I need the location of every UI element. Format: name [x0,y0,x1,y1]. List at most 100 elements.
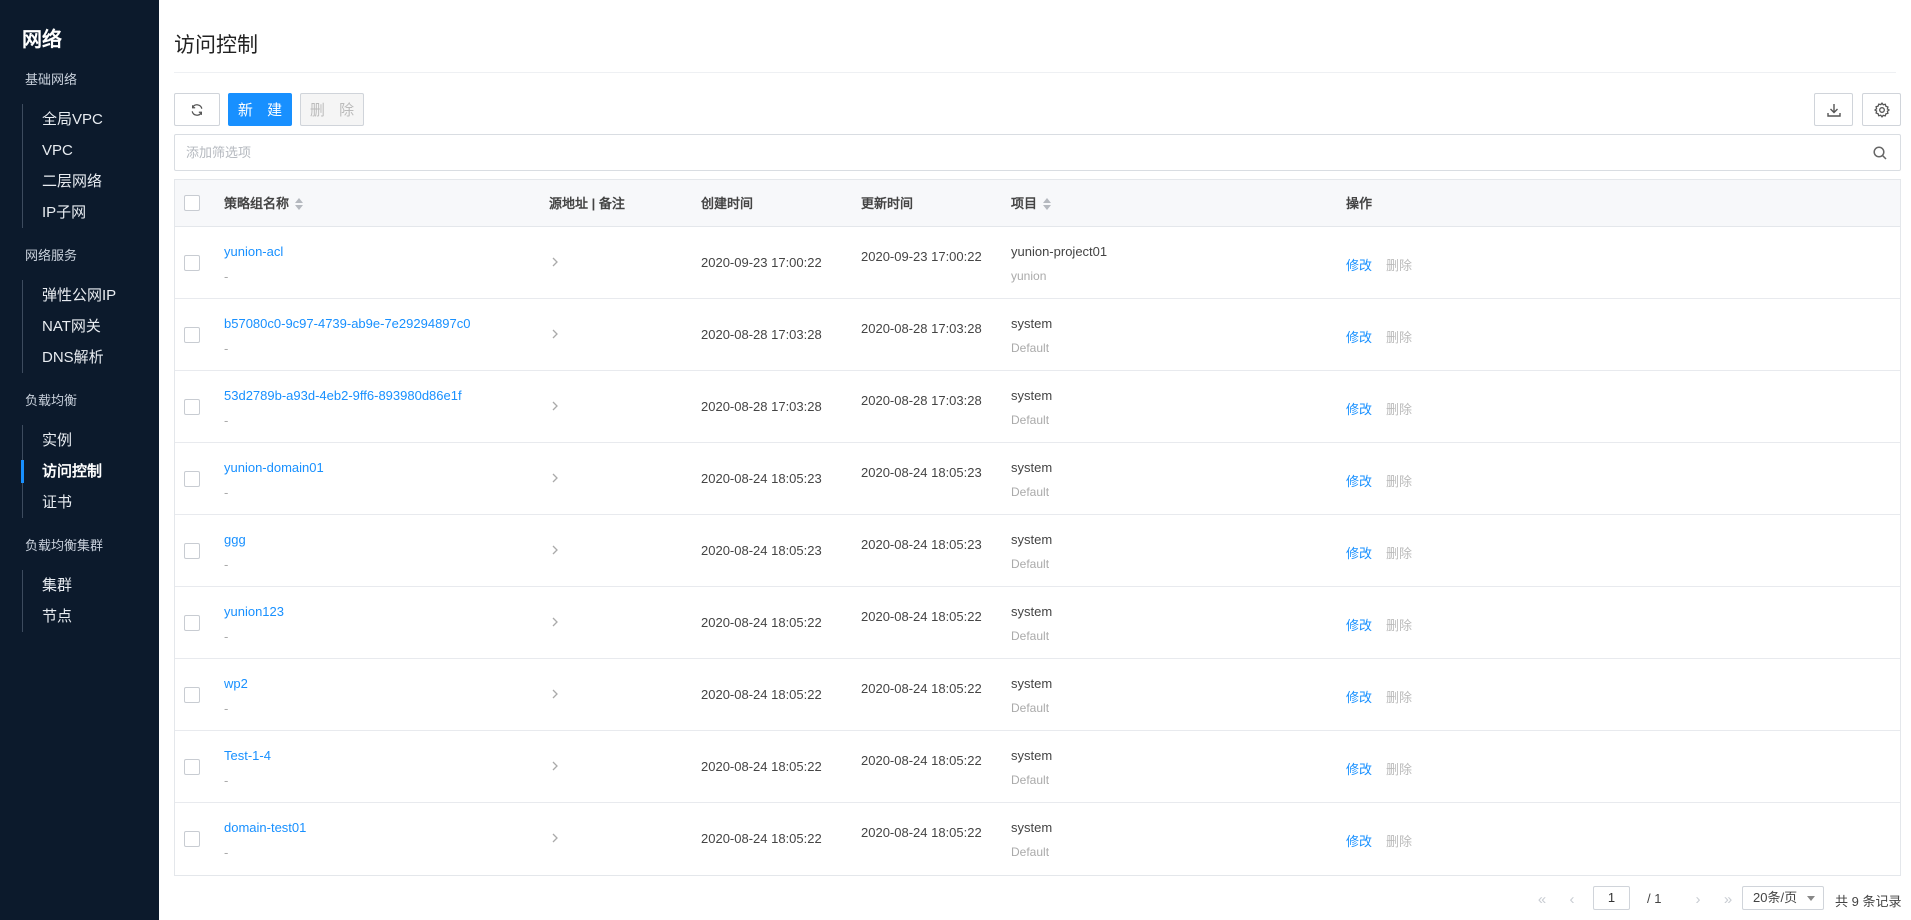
acl-remark: - [224,413,229,428]
first-page-icon[interactable]: « [1534,887,1550,911]
updated-time: 2020-08-24 18:05:22 [861,609,982,624]
chevron-right-icon[interactable] [549,759,561,773]
updated-time: 2020-08-28 17:03:28 [861,321,982,336]
delete-link[interactable]: 删除 [1386,831,1412,850]
acl-remark: - [224,341,229,356]
sidebar-item-clusters[interactable]: 集群 [23,570,72,601]
edit-link[interactable]: 修改 [1346,327,1372,346]
total-records: 共 9 条记录 [1835,894,1902,909]
row-checkbox[interactable] [184,255,200,271]
acl-name-link[interactable]: yunion-domain01 [224,460,324,475]
updated-time: 2020-08-24 18:05:23 [861,465,982,480]
next-page-icon[interactable]: › [1690,887,1706,911]
sidebar-item-instances[interactable]: 实例 [23,425,102,456]
acl-name-link[interactable]: domain-test01 [224,820,306,835]
delete-button[interactable]: 删 除 [300,93,364,126]
project-name: system [1011,604,1053,619]
column-header-project[interactable]: 项目 [1011,180,1052,227]
table-row: 53d2789b-a93d-4eb2-9ff6-893980d86e1f - 202… [175,371,1900,443]
chevron-right-icon[interactable] [549,399,561,413]
sidebar-item-global-vpc[interactable]: 全局VPC [23,104,103,135]
new-button[interactable]: 新 建 [228,93,292,126]
acl-name-link[interactable]: 53d2789b-a93d-4eb2-9ff6-893980d86e1f [224,388,462,403]
last-page-icon[interactable]: » [1720,887,1736,911]
filter-input[interactable] [175,135,1825,170]
table-row: yunion123 - 2020-08-24 18:05:22 2020-08-24 … [175,587,1900,659]
search-icon[interactable] [1872,145,1888,161]
table-row: b57080c0-9c97-4739-ab9e-7e29294897c0 - 202… [175,299,1900,371]
refresh-icon [191,103,203,116]
row-checkbox[interactable] [184,615,200,631]
chevron-right-icon[interactable] [549,615,561,629]
edit-link[interactable]: 修改 [1346,471,1372,490]
chevron-right-icon[interactable] [549,687,561,701]
row-checkbox[interactable] [184,759,200,775]
domain-name: Default [1011,485,1050,499]
edit-link[interactable]: 修改 [1346,615,1372,634]
acl-name-link[interactable]: Test-1-4 [224,748,271,763]
settings-button[interactable] [1862,93,1901,126]
domain-name: Default [1011,701,1050,715]
row-checkbox[interactable] [184,471,200,487]
sort-icon[interactable] [295,197,304,210]
table-row: yunion-acl - 2020-09-23 17:00:22 2020-09-23… [175,227,1900,299]
delete-link[interactable]: 删除 [1386,687,1412,706]
delete-link[interactable]: 删除 [1386,399,1412,418]
edit-link[interactable]: 修改 [1346,255,1372,274]
sidebar-group-title: 网络服务 [25,248,78,263]
edit-link[interactable]: 修改 [1346,399,1372,418]
sidebar-item-eip[interactable]: 弹性公网IP [23,280,116,311]
download-button[interactable] [1814,93,1853,126]
acl-name-link[interactable]: ggg [224,532,246,547]
chevron-right-icon[interactable] [549,831,561,845]
sidebar-item-certificates[interactable]: 证书 [23,487,102,518]
edit-link[interactable]: 修改 [1346,831,1372,850]
delete-link[interactable]: 删除 [1386,615,1412,634]
page-number-input[interactable]: 1 [1593,886,1630,910]
refresh-button[interactable] [174,93,220,126]
page-size-select[interactable]: 20条/页 [1742,886,1824,910]
gear-icon [1873,101,1890,118]
acl-name-link[interactable]: b57080c0-9c97-4739-ab9e-7e29294897c0 [224,316,471,331]
prev-page-icon[interactable]: ‹ [1564,887,1580,911]
acl-name-link[interactable]: yunion123 [224,604,284,619]
chevron-right-icon[interactable] [549,327,561,341]
sidebar-item-ip-subnet[interactable]: IP子网 [23,197,103,228]
domain-name: Default [1011,629,1050,643]
row-checkbox[interactable] [184,399,200,415]
delete-link[interactable]: 删除 [1386,327,1412,346]
table-row: yunion-domain01 - 2020-08-24 18:05:23 2020-… [175,443,1900,515]
chevron-right-icon[interactable] [549,543,561,557]
delete-link[interactable]: 删除 [1386,255,1412,274]
sidebar-item-nodes[interactable]: 节点 [23,601,72,632]
column-header-updated: 更新时间 [861,196,914,211]
table-body: yunion-acl - 2020-09-23 17:00:22 2020-09-23… [175,227,1900,875]
row-checkbox[interactable] [184,831,200,847]
acl-name-link[interactable]: wp2 [224,676,248,691]
row-checkbox[interactable] [184,327,200,343]
acl-remark: - [224,557,229,572]
delete-link[interactable]: 删除 [1386,471,1412,490]
delete-link[interactable]: 删除 [1386,543,1412,562]
sidebar-item-access-control[interactable]: 访问控制 [20,456,102,487]
edit-link[interactable]: 修改 [1346,543,1372,562]
column-header-created: 创建时间 [701,196,754,211]
sidebar-item-dns[interactable]: DNS解析 [23,342,116,373]
updated-time: 2020-08-24 18:05:22 [861,681,982,696]
sidebar-item-l2-network[interactable]: 二层网络 [23,166,103,197]
sidebar-item-nat-gateway[interactable]: NAT网关 [23,311,116,342]
acl-name-link[interactable]: yunion-acl [224,244,283,259]
row-checkbox[interactable] [184,543,200,559]
edit-link[interactable]: 修改 [1346,759,1372,778]
delete-link[interactable]: 删除 [1386,759,1412,778]
chevron-right-icon[interactable] [549,471,561,485]
select-all-checkbox[interactable] [184,195,200,211]
updated-time: 2020-08-24 18:05:23 [861,537,982,552]
column-header-name[interactable]: 策略组名称 [224,180,304,227]
edit-link[interactable]: 修改 [1346,687,1372,706]
project-name: system [1011,388,1053,403]
sort-icon[interactable] [1043,197,1052,210]
chevron-right-icon[interactable] [549,255,561,269]
sidebar-item-vpc[interactable]: VPC [23,135,103,166]
row-checkbox[interactable] [184,687,200,703]
